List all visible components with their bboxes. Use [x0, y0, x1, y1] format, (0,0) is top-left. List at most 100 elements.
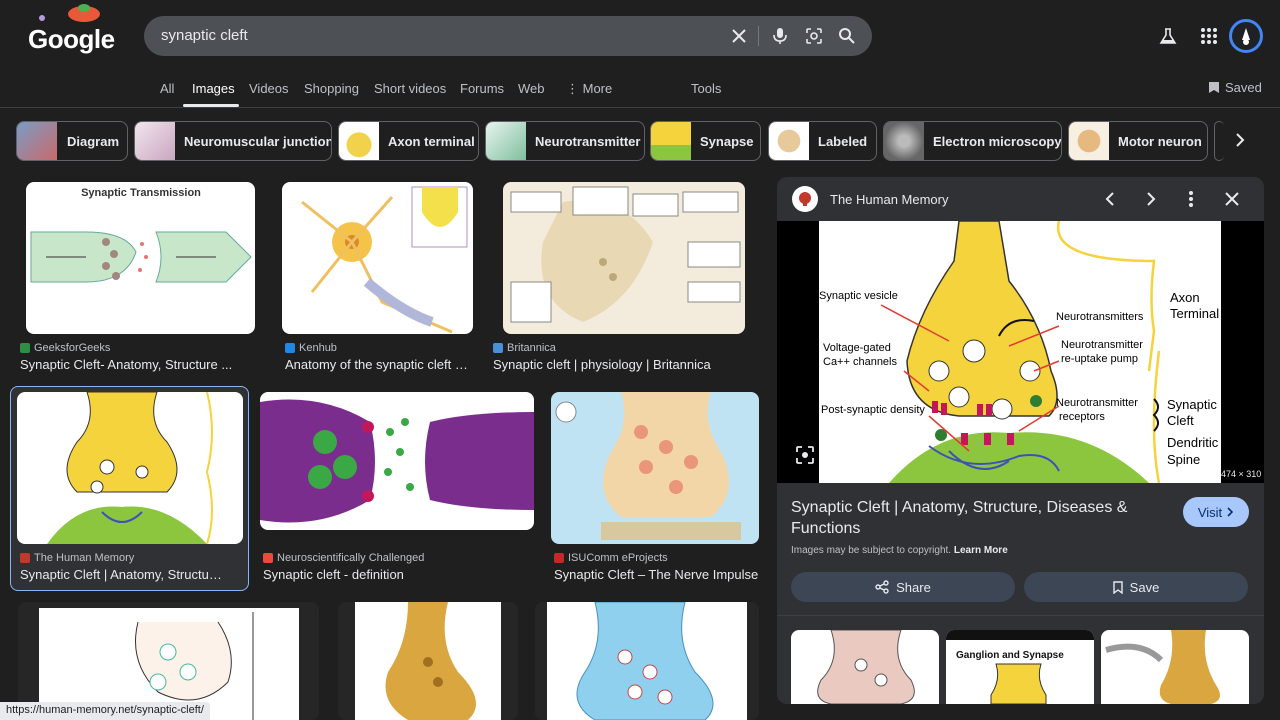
apps-icon[interactable] — [1197, 24, 1221, 48]
visit-button[interactable]: Visit — [1183, 497, 1249, 527]
chip-label: Neuromuscular junction — [184, 134, 332, 149]
chip-label: Electron microscopy — [933, 134, 1062, 149]
kenhub-favicon — [285, 343, 295, 353]
active-tab-indicator — [183, 104, 239, 107]
chip-thumbnail — [884, 122, 924, 160]
close-icon[interactable] — [1222, 189, 1242, 209]
chip-label: Synapse — [700, 134, 754, 149]
share-button[interactable]: Share — [791, 572, 1015, 602]
result-title[interactable]: Synaptic cleft | physiology | Britannica — [493, 357, 753, 372]
source-name: GeeksforGeeks — [34, 342, 111, 354]
result-source[interactable]: ISUComm eProjects — [554, 552, 668, 564]
tab-images[interactable]: Images — [192, 81, 235, 96]
label-cleft-line2: Cleft — [1167, 413, 1194, 428]
result-source[interactable]: The Human Memory — [20, 552, 134, 564]
chip-thumbnail — [17, 122, 57, 160]
source-name: Kenhub — [299, 342, 337, 354]
result-image[interactable] — [503, 182, 745, 334]
label-receptors: Neurotransmitter — [1056, 397, 1138, 409]
tools-button[interactable]: Tools — [691, 81, 721, 96]
label-neurotransmitters: Neurotransmitters — [1056, 311, 1144, 323]
chip-thumbnail — [135, 122, 175, 160]
result-title[interactable]: Synaptic Cleft- Anatomy, Structure ... — [20, 357, 252, 372]
copyright-notice: Images may be subject to copyright. Lear… — [791, 545, 1008, 556]
related-image[interactable] — [791, 630, 939, 704]
chip-synapse[interactable]: Synapse — [650, 121, 761, 161]
chip-diagram[interactable]: Diagram — [16, 121, 128, 161]
result-source[interactable]: Neuroscientifically Challenged — [263, 552, 424, 564]
chip-overflow[interactable] — [1214, 121, 1224, 161]
lens-icon[interactable] — [802, 24, 826, 48]
avatar-icon — [1235, 25, 1257, 47]
result-title[interactable]: Synaptic cleft - definition — [263, 567, 533, 582]
chip-electron-microscopy[interactable]: Electron microscopy — [883, 121, 1062, 161]
saved-link[interactable]: Saved — [1208, 80, 1262, 95]
save-label: Save — [1129, 579, 1160, 595]
label-density: Post-synaptic density — [821, 404, 925, 416]
tab-shopping[interactable]: Shopping — [304, 81, 359, 96]
panel-title[interactable]: Synaptic Cleft | Anatomy, Structure, Dis… — [791, 497, 1131, 539]
label-calcium: Voltage-gated — [823, 342, 891, 354]
chip-thumbnail — [1069, 122, 1109, 160]
search-box[interactable]: synaptic cleft — [144, 16, 872, 56]
result-image[interactable] — [535, 602, 759, 720]
result-title[interactable]: Anatomy of the synaptic cleft | K... — [285, 357, 471, 372]
related-image[interactable] — [1101, 630, 1249, 704]
chip-label: Neurotransmitter — [535, 134, 641, 149]
tab-forums[interactable]: Forums — [460, 81, 504, 96]
tab-videos[interactable]: Videos — [249, 81, 289, 96]
image-preview-panel: The Human Memory Synaptic vesicle Voltag… — [777, 177, 1264, 704]
result-source[interactable]: GeeksforGeeks — [20, 342, 110, 354]
chevron-right-icon[interactable] — [1230, 130, 1250, 150]
close-icon[interactable] — [727, 24, 751, 48]
chevron-left-icon[interactable] — [1100, 189, 1120, 209]
panel-site-name[interactable]: The Human Memory — [830, 192, 948, 207]
chevron-right-icon — [1227, 507, 1234, 517]
bookmark-icon — [1209, 82, 1219, 93]
result-title[interactable]: Synaptic Cleft | Anatomy, Structure ... — [20, 567, 224, 582]
label-cleft: Synaptic — [1167, 397, 1217, 412]
result-source[interactable]: Britannica — [493, 342, 556, 354]
source-name: ISUComm eProjects — [568, 552, 668, 564]
chip-axon-terminal[interactable]: Axon terminal — [338, 121, 479, 161]
result-image[interactable] — [260, 392, 534, 530]
chip-neurotransmitter[interactable]: Neurotransmitter — [485, 121, 645, 161]
chip-labeled[interactable]: Labeled — [768, 121, 877, 161]
chip-neuromuscular-junction[interactable]: Neuromuscular junction — [134, 121, 332, 161]
tab-web[interactable]: Web — [518, 81, 545, 96]
tab-all[interactable]: All — [160, 81, 174, 96]
panel-divider — [777, 615, 1264, 616]
chip-label: Axon terminal — [388, 134, 475, 149]
chip-motor-neuron[interactable]: Motor neuron — [1068, 121, 1208, 161]
labs-icon[interactable] — [1156, 24, 1180, 48]
google-logo[interactable]: Google — [28, 4, 120, 58]
result-title[interactable]: Synaptic Cleft – The Nerve Impulse — [554, 567, 764, 582]
search-input[interactable]: synaptic cleft — [161, 27, 248, 44]
chevron-right-icon[interactable] — [1141, 189, 1161, 209]
result-image[interactable] — [551, 392, 759, 544]
search-icon[interactable] — [835, 24, 859, 48]
share-label: Share — [896, 579, 931, 595]
related-image[interactable]: Ganglion and Synapse — [946, 630, 1094, 704]
result-source[interactable]: Kenhub — [285, 342, 337, 354]
result-image[interactable]: Synaptic Transmission — [26, 182, 255, 334]
chip-thumbnail — [486, 122, 526, 160]
result-image[interactable] — [338, 602, 518, 720]
tab-short-videos[interactable]: Short videos — [374, 81, 446, 96]
label-receptors-line2: receptors — [1059, 411, 1105, 423]
geeksforgeeks-favicon — [20, 343, 30, 353]
more-options-icon[interactable] — [1181, 189, 1201, 209]
result-image[interactable] — [17, 392, 243, 544]
saved-label: Saved — [1225, 80, 1262, 95]
learn-more-link[interactable]: Learn More — [954, 545, 1008, 556]
copyright-text: Images may be subject to copyright. — [791, 545, 952, 556]
account-avatar[interactable] — [1229, 19, 1263, 53]
preview-image[interactable]: Synaptic vesicle Voltage-gated Ca++ chan… — [819, 220, 1221, 484]
result-image[interactable] — [282, 182, 473, 334]
mic-icon[interactable] — [768, 24, 792, 48]
label-axon: Axon — [1170, 290, 1200, 305]
save-button[interactable]: Save — [1024, 572, 1248, 602]
neuro-challenged-favicon — [263, 553, 273, 563]
tab-more[interactable]: ⋮ More — [566, 81, 612, 97]
lens-search-icon[interactable] — [795, 445, 815, 465]
